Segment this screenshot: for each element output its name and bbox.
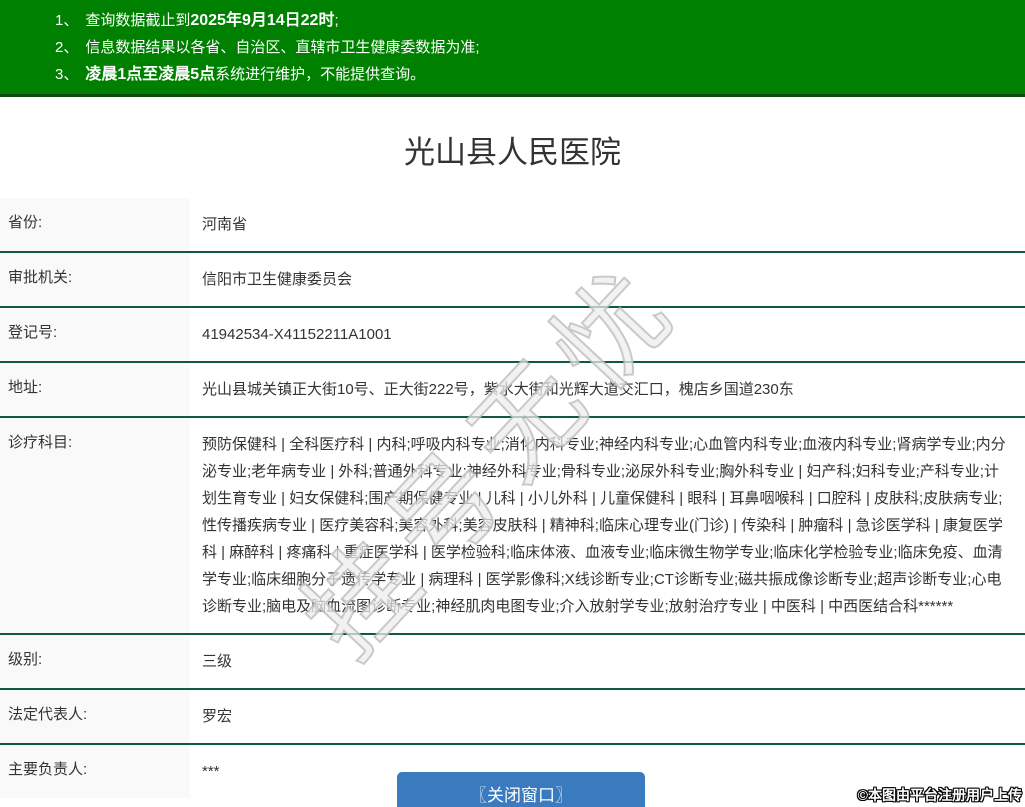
table-row-approval-authority: 审批机关: 信阳市卫生健康委员会 [0, 253, 1025, 308]
notice-line-2: 2、信息数据结果以各省、自治区、直辖市卫生健康委数据为准; [55, 34, 1025, 61]
notice-line-1: 1、查询数据截止到2025年9月14日22时; [55, 7, 1025, 34]
table-row-address: 地址: 光山县城关镇正大街10号、正大街222号，紫水大街和光辉大道交汇口，槐店… [0, 363, 1025, 418]
row-value: 光山县城关镇正大街10号、正大街222号，紫水大街和光辉大道交汇口，槐店乡国道2… [190, 363, 1025, 416]
notice-number: 3、 [55, 66, 78, 83]
row-value: 三级 [190, 635, 1025, 688]
row-label: 法定代表人: [0, 690, 190, 743]
notice-bold-text: 2025年9月14日22时 [190, 12, 334, 29]
query-result-page: 1、查询数据截止到2025年9月14日22时; 2、信息数据结果以各省、自治区、… [0, 0, 1025, 807]
notice-banner: 1、查询数据截止到2025年9月14日22时; 2、信息数据结果以各省、自治区、… [0, 0, 1025, 97]
row-label: 诊疗科目: [0, 418, 190, 633]
row-value: 河南省 [190, 198, 1025, 251]
table-row-province: 省份: 河南省 [0, 198, 1025, 253]
notice-bold-text: 凌晨1点至凌晨5点 [85, 66, 215, 83]
row-label: 省份: [0, 198, 190, 251]
row-value: 罗宏 [190, 690, 1025, 743]
close-window-button[interactable]: 〖关闭窗口〗 [397, 772, 645, 807]
notice-text: ; [334, 12, 338, 29]
row-label: 登记号: [0, 308, 190, 361]
row-value: 41942534-X41152211A1001 [190, 308, 1025, 361]
row-value: 信阳市卫生健康委员会 [190, 253, 1025, 306]
table-row-legal-representative: 法定代表人: 罗宏 [0, 690, 1025, 745]
row-label: 主要负责人: [0, 745, 190, 798]
row-label: 级别: [0, 635, 190, 688]
hospital-info-table: 省份: 河南省 审批机关: 信阳市卫生健康委员会 登记号: 41942534-X… [0, 198, 1025, 798]
table-row-registration-number: 登记号: 41942534-X41152211A1001 [0, 308, 1025, 363]
table-row-medical-subjects: 诊疗科目: 预防保健科 | 全科医疗科 | 内科;呼吸内科专业;消化内科专业;神… [0, 418, 1025, 635]
page-title: 光山县人民医院 [0, 127, 1025, 172]
notice-line-3: 3、凌晨1点至凌晨5点系统进行维护，不能提供查询。 [55, 61, 1025, 88]
notice-text: 系统进行维护，不能提供查询。 [215, 66, 425, 83]
notice-number: 2、 [55, 39, 78, 56]
row-label: 审批机关: [0, 253, 190, 306]
notice-text: 信息数据结果以各省、自治区、直辖市卫生健康委数据为准; [85, 39, 479, 56]
copyright-overlay: ©本图由平台注册用户上传 [858, 785, 1022, 805]
notice-number: 1、 [55, 12, 78, 29]
notice-text: 查询数据截止到 [85, 12, 190, 29]
table-row-level: 级别: 三级 [0, 635, 1025, 690]
row-value: 预防保健科 | 全科医疗科 | 内科;呼吸内科专业;消化内科专业;神经内科专业;… [190, 418, 1025, 633]
row-label: 地址: [0, 363, 190, 416]
